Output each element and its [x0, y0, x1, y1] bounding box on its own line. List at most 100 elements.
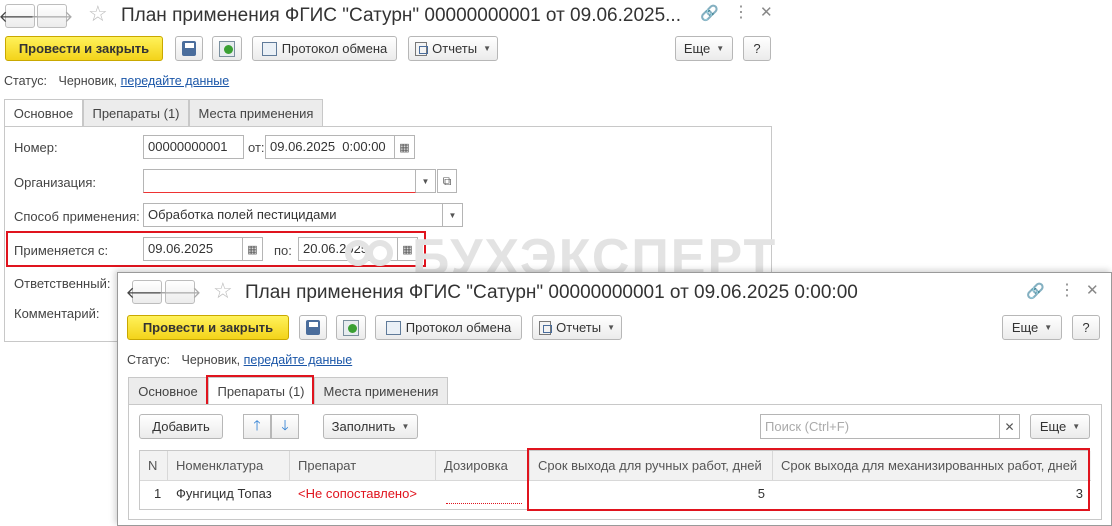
- search-input[interactable]: Поиск (Ctrl+F): [760, 414, 1000, 439]
- link-icon[interactable]: 🔗: [700, 6, 719, 21]
- calendar-icon: ▦: [399, 141, 410, 154]
- close-icon[interactable]: ✕: [760, 5, 773, 20]
- more-menu-icon[interactable]: ⋮: [1059, 283, 1075, 299]
- close-icon[interactable]: ✕: [1086, 283, 1099, 298]
- link-icon[interactable]: 🔗: [1026, 284, 1045, 299]
- column-header-nomenclature[interactable]: Номенклатура: [168, 451, 290, 481]
- save-button[interactable]: [299, 315, 327, 340]
- chevron-down-icon: ▼: [448, 210, 457, 220]
- reports-label: Отчеты: [556, 320, 602, 335]
- more-label: Еще: [683, 41, 711, 56]
- number-label: Номер:: [14, 140, 58, 155]
- post-and-close-button[interactable]: Провести и закрыть: [5, 36, 163, 61]
- status-value: Черновик,: [181, 353, 241, 367]
- add-button[interactable]: Добавить: [139, 414, 223, 439]
- forward-button[interactable]: 🡒: [31, 4, 73, 28]
- forward-button[interactable]: 🡒: [159, 280, 201, 304]
- tab-application-places[interactable]: Места применения: [189, 99, 323, 127]
- more-label: Еще: [1011, 320, 1039, 335]
- more-button[interactable]: Еще ▼: [1002, 315, 1062, 340]
- status-line: Статус: Черновик, передайте данные: [4, 74, 229, 88]
- open-icon: ⧉: [442, 173, 452, 188]
- method-field[interactable]: Обработка полей пестицидами: [143, 203, 443, 227]
- number-field[interactable]: 00000000001: [143, 135, 244, 159]
- column-header-preparation[interactable]: Препарат: [290, 451, 436, 481]
- column-header-n[interactable]: N: [140, 451, 168, 481]
- more-button[interactable]: Еще ▼: [675, 36, 733, 61]
- arrow-up-icon: 🡑: [253, 416, 261, 433]
- comment-label: Комментарий:: [14, 306, 100, 321]
- chevron-down-icon: ▼: [483, 44, 491, 53]
- chevron-down-icon: ▼: [421, 176, 430, 186]
- move-up-button[interactable]: 🡑: [243, 414, 271, 439]
- window-title: План применения ФГИС "Сатурн" 0000000000…: [121, 5, 681, 26]
- status-value: Черновик,: [58, 74, 118, 88]
- chevron-down-icon: ▼: [401, 422, 410, 431]
- exchange-protocol-label: Протокол обмена: [281, 41, 388, 56]
- back-button[interactable]: 🡐: [126, 280, 168, 304]
- arrow-down-icon: 🡓: [281, 416, 289, 433]
- exchange-protocol-button[interactable]: Протокол обмена: [375, 315, 522, 340]
- more-menu-icon[interactable]: ⋮: [733, 5, 749, 21]
- calendar-button[interactable]: ▦: [395, 135, 415, 159]
- reports-icon: [415, 41, 429, 56]
- table-cell-n[interactable]: 1: [146, 481, 168, 507]
- reports-label: Отчеты: [432, 41, 478, 56]
- post-document-icon: [343, 319, 359, 336]
- method-dropdown-button[interactable]: ▼: [443, 203, 463, 227]
- tab-application-places[interactable]: Места применения: [314, 377, 448, 405]
- exchange-protocol-button[interactable]: Протокол обмена: [252, 36, 397, 61]
- send-data-link[interactable]: передайте данные: [121, 74, 230, 88]
- tab-preparations[interactable]: Препараты (1): [83, 99, 189, 127]
- from-label: от:: [248, 140, 265, 155]
- chevron-down-icon: ▼: [716, 44, 725, 53]
- more-label: Еще: [1039, 419, 1067, 434]
- reports-icon: [539, 320, 553, 335]
- watermark-logo: [345, 236, 403, 276]
- chevron-down-icon: ▼: [1072, 422, 1081, 431]
- protocol-icon: [261, 41, 277, 56]
- send-data-link[interactable]: передайте данные: [244, 353, 353, 367]
- chevron-down-icon: ▼: [607, 323, 615, 332]
- protocol-icon: [385, 320, 401, 335]
- post-button[interactable]: [212, 36, 242, 61]
- favorite-star-icon[interactable]: ☆: [213, 280, 233, 302]
- column-header-dosage[interactable]: Дозировка: [436, 451, 530, 481]
- organization-label: Организация:: [14, 175, 97, 190]
- front-window: 🡐 🡒 ☆ План применения ФГИС "Сатурн" 0000…: [117, 272, 1112, 526]
- window-title: План применения ФГИС "Сатурн" 0000000000…: [245, 282, 858, 303]
- favorite-star-icon[interactable]: ☆: [88, 3, 108, 25]
- exchange-protocol-label: Протокол обмена: [405, 320, 512, 335]
- close-icon: ✕: [1004, 419, 1015, 434]
- table-cell-dosage[interactable]: [446, 482, 522, 504]
- tab-main[interactable]: Основное: [4, 99, 83, 127]
- save-icon: [182, 41, 196, 56]
- status-line: Статус: Черновик, передайте данные: [127, 353, 352, 367]
- table-cell-preparation[interactable]: <Не сопоставлено>: [290, 481, 436, 507]
- fill-button[interactable]: Заполнить ▼: [323, 414, 418, 439]
- responsible-label: Ответственный:: [14, 276, 111, 291]
- reports-button[interactable]: Отчеты ▼: [408, 36, 498, 61]
- table-more-button[interactable]: Еще ▼: [1030, 414, 1090, 439]
- save-icon: [306, 320, 320, 335]
- table-cell-nomenclature[interactable]: Фунгицид Топаз: [168, 481, 290, 507]
- status-label: Статус:: [127, 353, 170, 367]
- chevron-down-icon: ▼: [1044, 323, 1053, 332]
- move-down-button[interactable]: 🡓: [271, 414, 299, 439]
- arrow-right-icon: 🡒: [30, 8, 74, 26]
- post-and-close-button[interactable]: Провести и закрыть: [127, 315, 289, 340]
- status-label: Статус:: [4, 74, 47, 88]
- highlight-exit-period-columns: [527, 448, 1090, 511]
- date-field[interactable]: 09.06.2025 0:00:00: [265, 135, 395, 159]
- organization-field[interactable]: [143, 169, 416, 193]
- reports-button[interactable]: Отчеты ▼: [532, 315, 622, 340]
- search-clear-button[interactable]: ✕: [1000, 414, 1020, 439]
- post-button[interactable]: [336, 315, 366, 340]
- organization-dropdown-button[interactable]: ▼: [416, 169, 436, 193]
- tab-main[interactable]: Основное: [128, 377, 208, 405]
- method-label: Способ применения:: [14, 209, 140, 224]
- help-button[interactable]: ?: [743, 36, 771, 61]
- help-button[interactable]: ?: [1072, 315, 1100, 340]
- organization-open-button[interactable]: ⧉: [437, 169, 457, 193]
- save-button[interactable]: [175, 36, 203, 61]
